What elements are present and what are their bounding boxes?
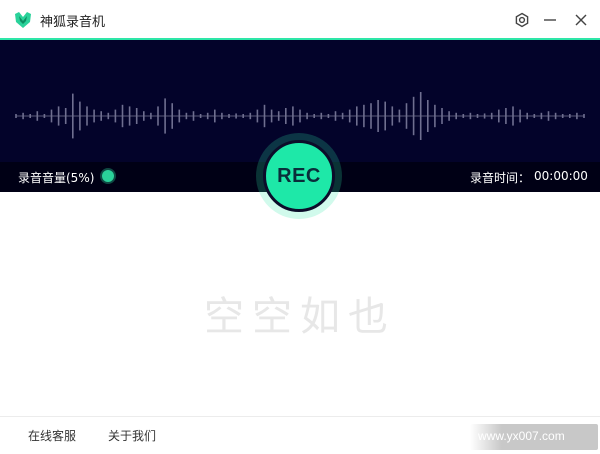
close-icon <box>575 14 587 26</box>
online-support-link[interactable]: 在线客服 <box>28 427 76 444</box>
title-bar: 神狐录音机 <box>0 0 600 40</box>
app-title: 神狐录音机 <box>40 15 106 30</box>
record-time-label: 录音时间： <box>470 171 531 185</box>
volume-indicator[interactable] <box>102 170 114 182</box>
gear-icon <box>515 12 529 28</box>
minimize-icon <box>544 19 556 21</box>
settings-button[interactable] <box>512 10 532 30</box>
fox-shield-icon <box>15 12 31 28</box>
empty-state-text: 空空如也 <box>204 294 396 340</box>
rec-label: REC <box>277 164 321 187</box>
rec-button[interactable]: REC <box>263 140 335 212</box>
record-time-value: 00:00:00 <box>534 169 588 183</box>
watermark-text: www.yx007.com <box>478 429 565 443</box>
minimize-button[interactable] <box>540 10 560 30</box>
close-button[interactable] <box>571 10 591 30</box>
volume-label: 录音音量(5%) <box>18 171 95 185</box>
about-us-link[interactable]: 关于我们 <box>108 427 156 444</box>
